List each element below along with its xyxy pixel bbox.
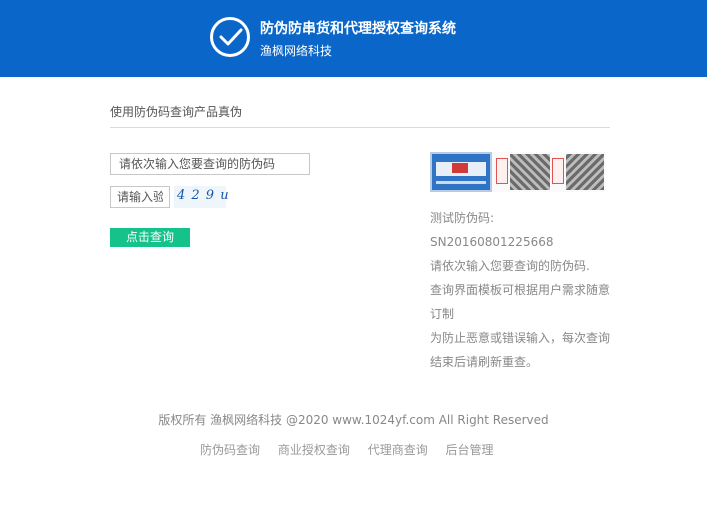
header-bar: 防伪防串货和代理授权查询系统 渔枫网络科技 (0, 0, 707, 77)
info-panel: 测试防伪码: SN20160801225668 请依次输入您要查询的防伪码. 查… (430, 206, 612, 374)
app-subtitle: 渔枫网络科技 (260, 44, 333, 58)
footer-link-license-query[interactable]: 商业授权查询 (278, 443, 350, 457)
info-line: 结束后请刷新重查。 (430, 355, 539, 369)
label-code-patch (566, 154, 604, 190)
anti-counterfeit-label-image (430, 152, 606, 192)
section-title: 使用防伪码查询产品真伪 (110, 105, 243, 119)
test-code-value: SN20160801225668 (430, 235, 554, 249)
query-button[interactable]: 点击查询 (110, 228, 190, 247)
captcha-text: 4 2 9 u (177, 188, 230, 203)
copyright-text: 版权所有 渔枫网络科技 @2020 www.1024yf.com All Rig… (158, 413, 549, 427)
divider (110, 127, 610, 128)
test-code-label: 测试防伪码: (430, 211, 495, 225)
captcha-input[interactable] (110, 186, 170, 208)
info-line: 请依次输入您要查询的防伪码. (430, 259, 590, 273)
label-seal (496, 158, 508, 184)
footer-link-code-query[interactable]: 防伪码查询 (200, 443, 260, 457)
label-code-patch (510, 154, 550, 190)
footer-link-admin[interactable]: 后台管理 (446, 443, 494, 457)
label-sticker (430, 152, 492, 192)
code-input[interactable] (110, 153, 310, 175)
app-title: 防伪防串货和代理授权查询系统 (260, 21, 456, 37)
label-seal (552, 158, 564, 184)
info-line: 为防止恶意或错误输入，每次查询 (430, 331, 611, 345)
footer-nav: 防伪码查询 商业授权查询 代理商查询 后台管理 (200, 441, 508, 458)
footer-link-agent-query[interactable]: 代理商查询 (368, 443, 428, 457)
info-line: 订制 (430, 307, 455, 321)
info-line: 查询界面模板可根据用户需求随意 (430, 283, 611, 297)
check-circle-icon (210, 17, 250, 57)
captcha-image[interactable]: 4 2 9 u (174, 186, 229, 208)
